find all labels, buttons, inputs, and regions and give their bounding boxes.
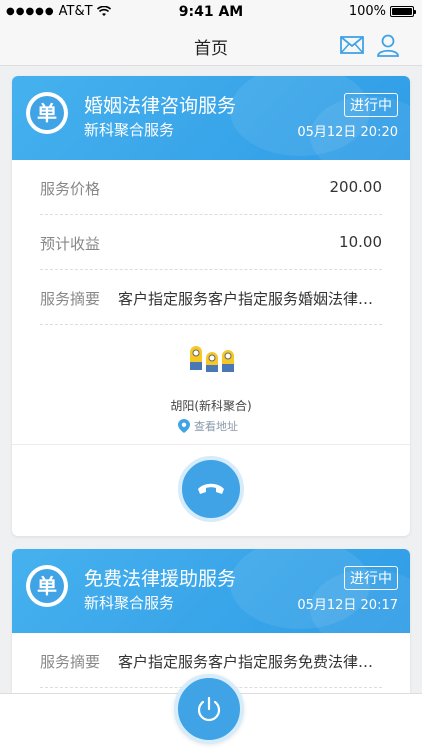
svg-text:单: 单 [37, 101, 57, 125]
navigation-bar: 首页 [0, 24, 422, 66]
phone-hangup-icon [198, 483, 224, 494]
battery-icon [390, 6, 416, 17]
service-provider: 新科聚合服务 [84, 594, 175, 612]
battery-info: 100% [348, 4, 416, 19]
call-button[interactable] [178, 456, 244, 522]
view-address-link[interactable]: 查看地址 [178, 418, 238, 434]
order-time: 05月12日 20:20 [297, 125, 398, 140]
summary-label: 服务摘要 [40, 290, 101, 308]
income-label: 预计收益 [40, 235, 101, 253]
svg-text:单: 单 [37, 574, 57, 598]
summary-label: 服务摘要 [40, 653, 101, 671]
divider [12, 444, 410, 445]
status-bar: ●●●●● AT&T 9:41 AM 100% [0, 0, 422, 24]
avatar [190, 346, 234, 372]
service-title: 免费法律援助服务 [84, 568, 237, 590]
location-pin-icon [178, 419, 190, 433]
summary-value: 客户指定服务客户指定服务婚姻法律咨询服务 [118, 290, 382, 308]
price-row: 服务价格 200.00 [40, 160, 382, 215]
service-title: 婚姻法律咨询服务 [84, 95, 237, 117]
view-address-label: 查看地址 [194, 420, 238, 433]
order-card-header: 单 婚姻法律咨询服务 新科聚合服务 进行中 05月12日 20:20 [12, 76, 410, 176]
order-time: 05月12日 20:17 [297, 598, 398, 613]
mail-icon[interactable] [338, 31, 366, 59]
user-icon[interactable] [374, 31, 402, 59]
contact-name: 胡阳(新科聚合) [170, 399, 252, 413]
status-badge: 进行中 [344, 566, 398, 590]
power-button[interactable] [174, 674, 244, 744]
summary-value: 客户指定服务客户指定服务免费法律援助服务 [118, 653, 382, 671]
income-row: 预计收益 10.00 [40, 215, 382, 270]
order-logo-icon: 单 [26, 565, 68, 607]
income-value: 10.00 [339, 233, 382, 251]
order-logo-icon: 单 [26, 92, 68, 134]
summary-row: 服务摘要 客户指定服务客户指定服务婚姻法律咨询服务 [40, 270, 382, 325]
price-label: 服务价格 [40, 180, 101, 198]
order-card[interactable]: 单 婚姻法律咨询服务 新科聚合服务 进行中 05月12日 20:20 服务价格 … [12, 76, 410, 536]
price-value: 200.00 [329, 178, 383, 196]
battery-percent: 100% [348, 4, 386, 19]
service-provider: 新科聚合服务 [84, 121, 175, 139]
order-card-header: 单 免费法律援助服务 新科聚合服务 进行中 05月12日 20:17 [12, 549, 410, 649]
status-badge: 进行中 [344, 93, 398, 117]
power-icon [197, 696, 221, 722]
